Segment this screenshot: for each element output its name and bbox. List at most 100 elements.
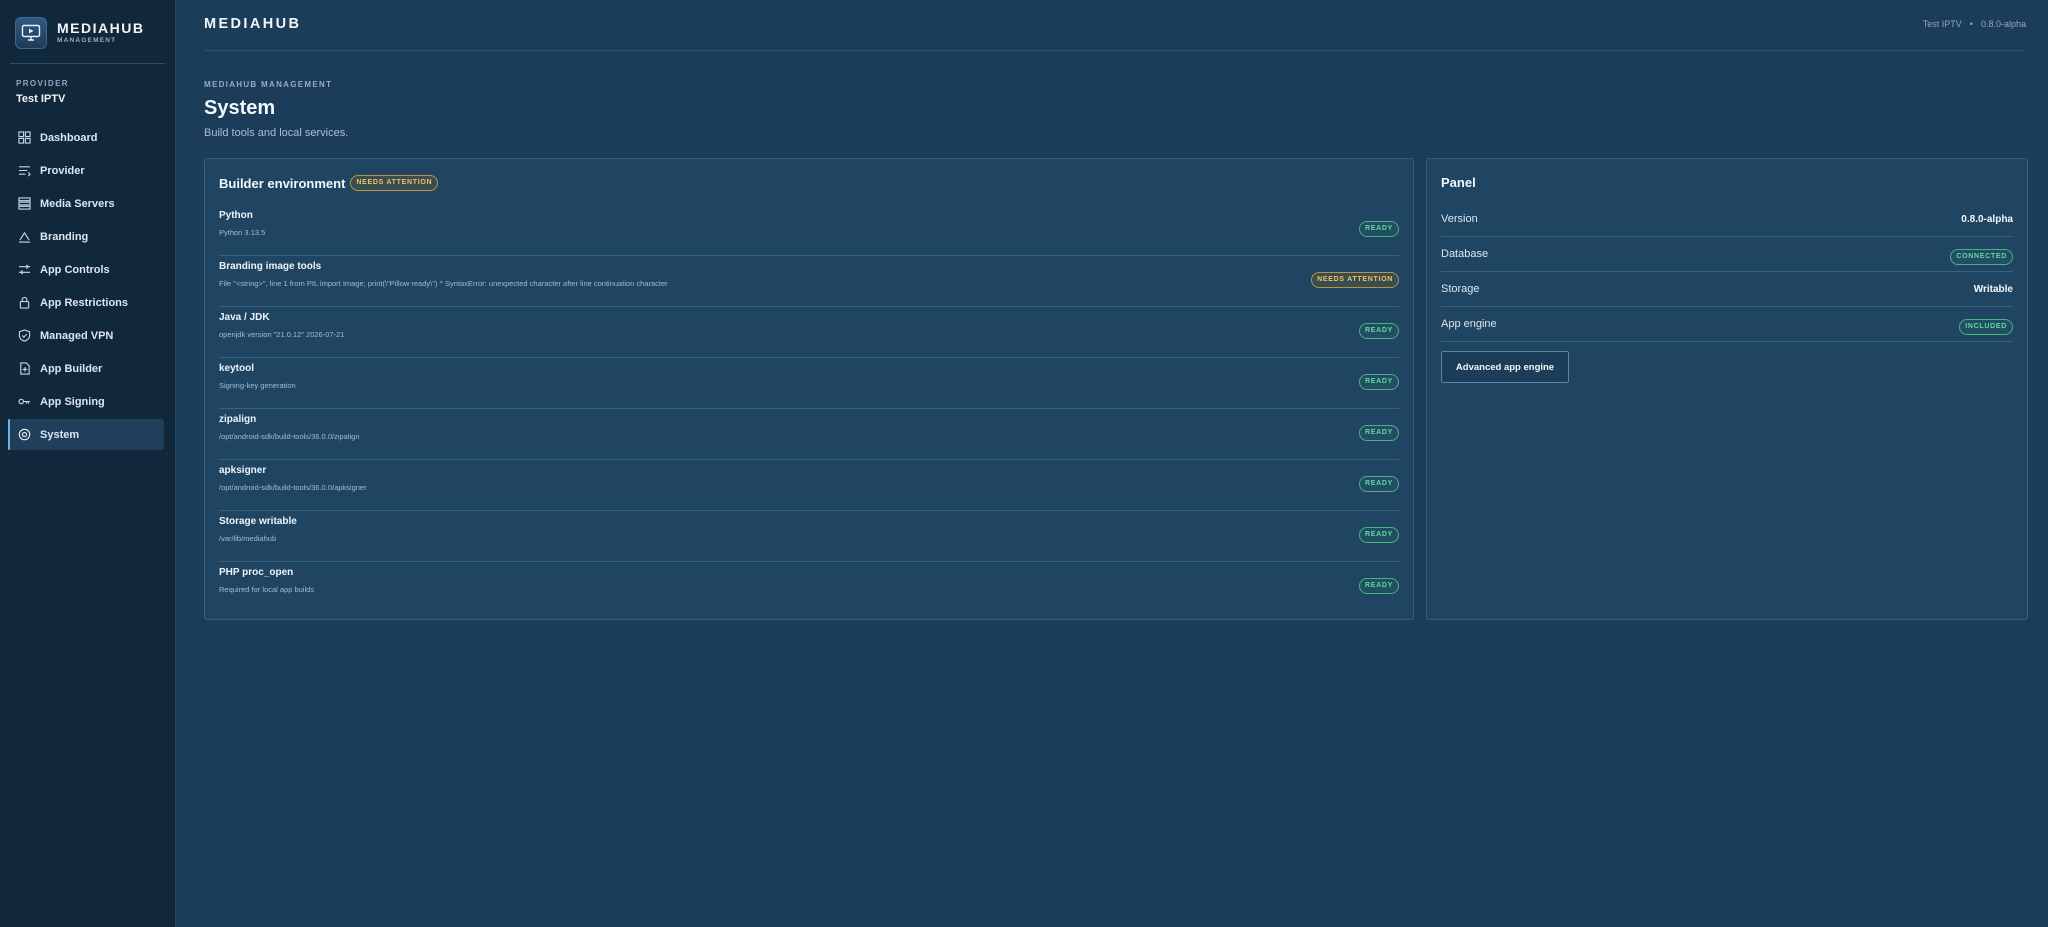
- list-item: Storage writable /var/lib/mediahub READY: [219, 511, 1399, 562]
- sidebar-item-branding[interactable]: Branding: [8, 221, 164, 252]
- check-detail: File "<string>", line 1 from PIL import …: [219, 279, 668, 288]
- check-detail: Python 3.13.5: [219, 228, 266, 237]
- topbar-title: MEDIAHUB: [204, 16, 302, 32]
- card-title: Panel: [1441, 175, 1476, 190]
- info-value: Writable: [1973, 284, 2013, 295]
- info-label: Storage: [1441, 283, 1480, 295]
- check-detail: /opt/android-sdk/build-tools/36.0.0/zipa…: [219, 432, 360, 441]
- sidebar-item-provider[interactable]: Provider: [8, 155, 164, 186]
- topbar-meta: Test IPTV • 0.8.0-alpha: [1923, 19, 2026, 29]
- sidebar-item-app-restrictions[interactable]: App Restrictions: [8, 287, 164, 318]
- sidebar: MEDIAHUB MANAGEMENT PROVIDER Test IPTV D…: [0, 0, 176, 927]
- list-item: Storage Writable: [1441, 272, 2013, 307]
- list-item: zipalign /opt/android-sdk/build-tools/36…: [219, 409, 1399, 460]
- page-eyebrow: MEDIAHUB MANAGEMENT: [204, 80, 333, 89]
- brush-icon: [18, 231, 31, 243]
- check-detail: openjdk version "21.0.12" 2026-07-21: [219, 330, 345, 339]
- info-label: Version: [1441, 213, 1478, 225]
- sidebar-item-label: Provider: [40, 164, 85, 177]
- builder-environment-card: Builder environment NEEDS ATTENTION Pyth…: [204, 158, 1414, 620]
- page-title: System: [204, 97, 276, 119]
- check-name: Storage writable: [219, 516, 297, 527]
- sliders-icon: [18, 264, 31, 275]
- check-name: apksigner: [219, 465, 267, 476]
- check-detail: Signing-key generation: [219, 381, 296, 390]
- brand[interactable]: MEDIAHUB MANAGEMENT: [15, 17, 144, 49]
- sidebar-item-dashboard[interactable]: Dashboard: [8, 122, 164, 153]
- topbar-provider: Test IPTV: [1922, 19, 1962, 29]
- shield-icon: [18, 329, 31, 342]
- provider-name: Test IPTV: [16, 93, 66, 105]
- check-name: keytool: [219, 363, 255, 374]
- sidebar-item-label: Branding: [40, 230, 89, 243]
- panel-card: Panel Version 0.8.0-alpha Database CONNE…: [1426, 158, 2028, 620]
- package-icon: [20, 362, 30, 375]
- status-badge: INCLUDED: [1959, 319, 2013, 335]
- list-item: Java / JDK openjdk version "21.0.12" 202…: [219, 307, 1399, 358]
- status-badge: READY: [1358, 221, 1399, 237]
- topbar-separator: •: [1969, 19, 1973, 29]
- check-name: Branding image tools: [219, 261, 322, 272]
- sidebar-item-label: App Signing: [40, 395, 105, 408]
- check-detail: Required for local app builds: [219, 585, 315, 594]
- check-name: zipalign: [219, 414, 257, 425]
- monitor-play-icon: [15, 17, 47, 49]
- topbar-divider: [204, 50, 2026, 51]
- sidebar-item-app-signing[interactable]: App Signing: [8, 386, 164, 417]
- check-name: Java / JDK: [219, 312, 270, 323]
- status-badge: READY: [1358, 323, 1399, 339]
- sidebar-divider: [10, 63, 165, 64]
- sidebar-item-managed-vpn[interactable]: Managed VPN: [8, 320, 164, 351]
- list-item: PHP proc_open Required for local app bui…: [219, 562, 1399, 613]
- advanced-app-engine-button[interactable]: Advanced app engine: [1441, 351, 1569, 383]
- sidebar-item-label: App Restrictions: [40, 296, 129, 309]
- list-item: Python Python 3.13.5 READY: [219, 205, 1399, 256]
- panel-info-list: Version 0.8.0-alpha Database CONNECTED S…: [1441, 202, 2013, 342]
- main-content: MEDIAHUB Test IPTV • 0.8.0-alpha MEDIAHU…: [176, 0, 2048, 927]
- sidebar-item-media-servers[interactable]: Media Servers: [8, 188, 164, 219]
- topbar-version: 0.8.0-alpha: [1980, 19, 2026, 29]
- lock-icon: [19, 296, 30, 309]
- gear-icon: [18, 428, 31, 441]
- info-label: Database: [1441, 248, 1489, 260]
- grid-icon: [18, 131, 31, 144]
- check-name: Python: [219, 210, 253, 221]
- status-badge: CONNECTED: [1950, 249, 2013, 265]
- brand-name: MEDIAHUB: [57, 20, 145, 36]
- sidebar-item-label: Dashboard: [40, 131, 98, 144]
- status-badge: NEEDS ATTENTION: [1311, 272, 1399, 288]
- builder-checks-list: Python Python 3.13.5 READY Branding imag…: [219, 205, 1399, 613]
- sidebar-nav: Dashboard Provider Media Servers Brandin…: [8, 122, 164, 452]
- status-badge: READY: [1358, 476, 1399, 492]
- sidebar-item-app-controls[interactable]: App Controls: [8, 254, 164, 285]
- status-badge: READY: [1358, 425, 1399, 441]
- list-icon: [18, 166, 31, 177]
- sidebar-item-system[interactable]: System: [8, 419, 164, 450]
- status-badge: READY: [1358, 527, 1399, 543]
- check-detail: /opt/android-sdk/build-tools/36.0.0/apks…: [219, 483, 367, 492]
- provider-label: PROVIDER: [16, 79, 69, 88]
- check-detail: /var/lib/mediahub: [219, 534, 277, 543]
- sidebar-item-label: Managed VPN: [40, 329, 114, 342]
- status-badge: READY: [1358, 374, 1399, 390]
- info-value: 0.8.0-alpha: [1961, 214, 2013, 225]
- status-badge: READY: [1358, 578, 1399, 594]
- status-badge: NEEDS ATTENTION: [350, 175, 439, 191]
- sidebar-item-label: System: [40, 428, 80, 441]
- sidebar-item-label: App Builder: [40, 362, 103, 375]
- list-item: Version 0.8.0-alpha: [1441, 202, 2013, 237]
- list-item: keytool Signing-key generation READY: [219, 358, 1399, 409]
- list-item: App engine INCLUDED: [1441, 307, 2013, 342]
- server-icon: [18, 197, 31, 210]
- list-item: Database CONNECTED: [1441, 237, 2013, 272]
- sidebar-item-label: App Controls: [40, 263, 110, 276]
- card-title: Builder environment: [219, 175, 346, 191]
- check-name: PHP proc_open: [219, 567, 294, 578]
- key-icon: [18, 398, 31, 405]
- list-item: Branding image tools File "<string>", li…: [219, 256, 1399, 307]
- page-subtitle: Build tools and local services.: [204, 127, 349, 139]
- list-item: apksigner /opt/android-sdk/build-tools/3…: [219, 460, 1399, 511]
- sidebar-item-app-builder[interactable]: App Builder: [8, 353, 164, 384]
- brand-subtitle: MANAGEMENT: [57, 37, 117, 44]
- info-label: App engine: [1441, 318, 1497, 330]
